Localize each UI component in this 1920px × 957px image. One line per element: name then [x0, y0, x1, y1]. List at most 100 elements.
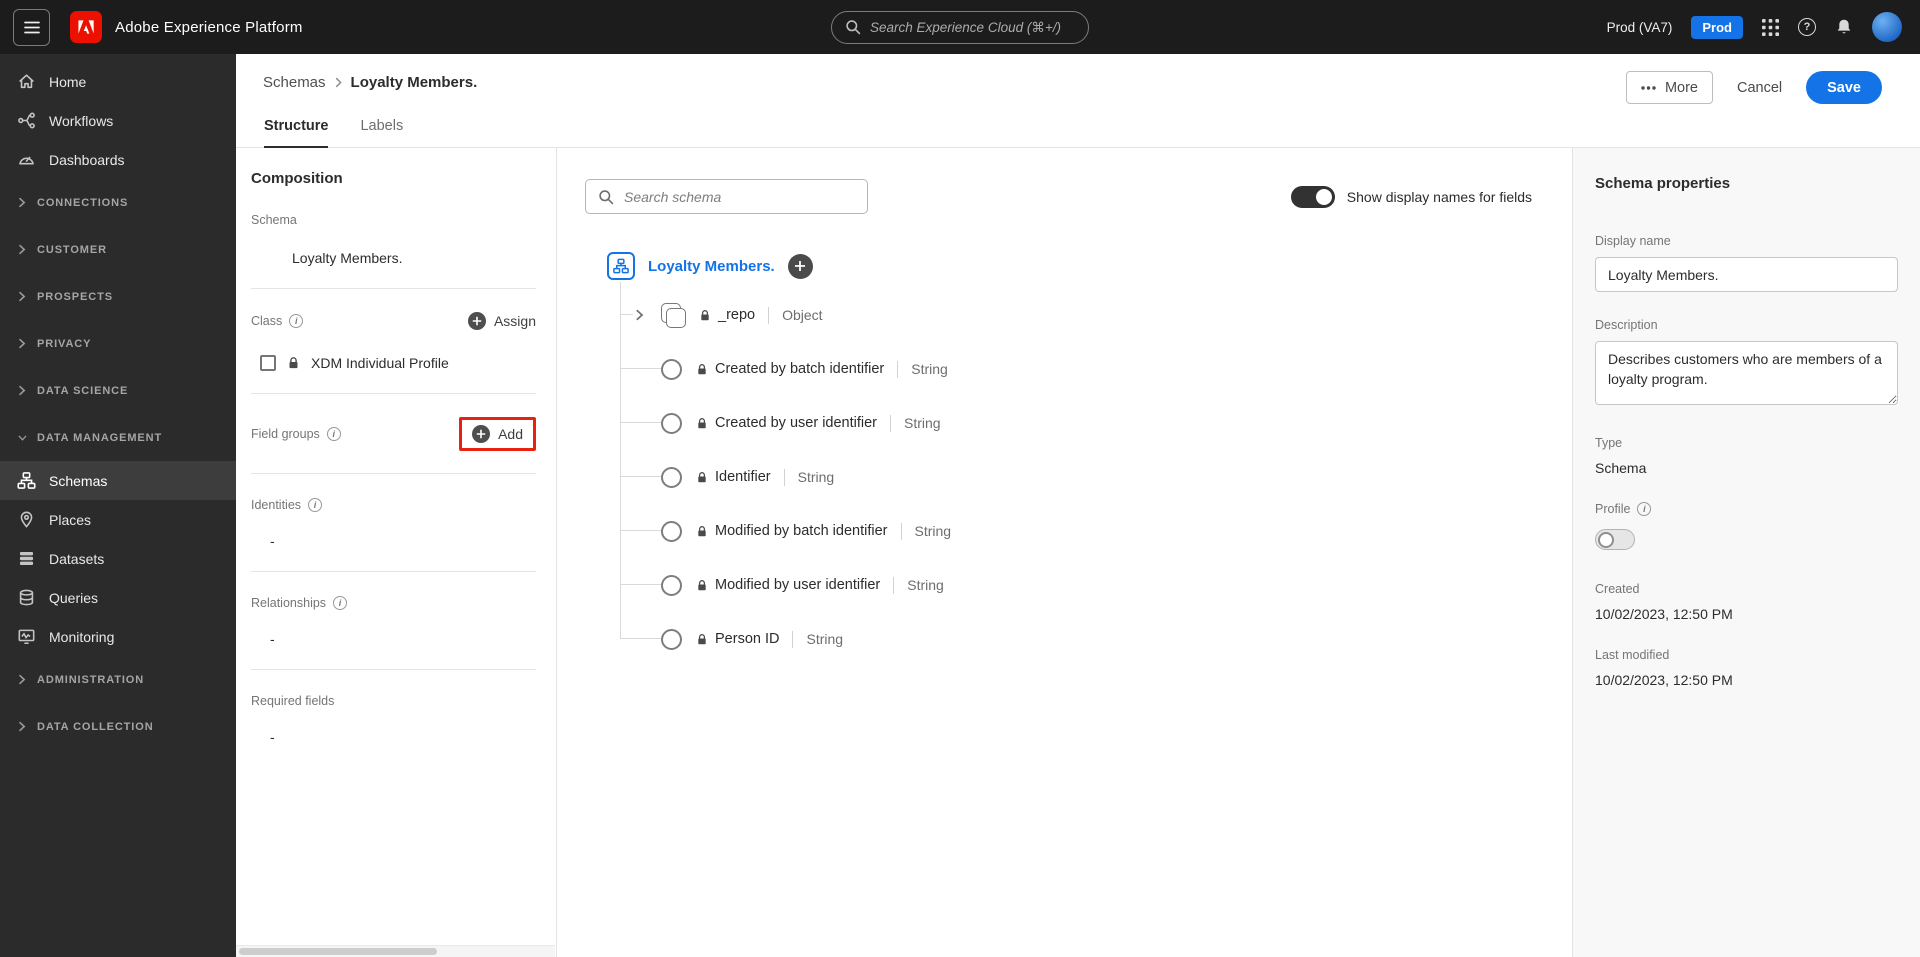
- hamburger-menu-button[interactable]: [13, 8, 50, 46]
- relationships-label: Relationships i: [251, 596, 536, 610]
- sidebar-item-dashboards[interactable]: Dashboards: [0, 140, 236, 179]
- breadcrumb-schemas-link[interactable]: Schemas: [263, 74, 326, 91]
- field-row[interactable]: Modified by batch identifier String: [607, 504, 1532, 558]
- sidebar-section-administration[interactable]: ADMINISTRATION: [0, 656, 236, 703]
- help-icon[interactable]: ?: [1798, 18, 1816, 36]
- field-groups-label: Field groups i: [251, 427, 341, 441]
- field-row[interactable]: Created by user identifier String: [607, 396, 1532, 450]
- sidebar-section-connections[interactable]: CONNECTIONS: [0, 179, 236, 226]
- sidebar-item-monitoring[interactable]: Monitoring: [0, 617, 236, 656]
- lock-icon: [696, 471, 708, 484]
- field-row-repo[interactable]: _repo Object: [607, 288, 1532, 342]
- notifications-bell-icon[interactable]: [1835, 18, 1853, 36]
- required-fields-label: Required fields: [251, 694, 335, 708]
- assign-class-button[interactable]: Assign: [467, 312, 536, 330]
- display-names-toggle[interactable]: [1290, 185, 1335, 208]
- toggle-knob: [1315, 188, 1332, 205]
- add-field-button[interactable]: [787, 253, 813, 279]
- relationships-value: -: [270, 631, 275, 647]
- add-field-group-button[interactable]: Add: [472, 425, 523, 443]
- sidebar-section-prospects[interactable]: PROSPECTS: [0, 273, 236, 320]
- schema-name[interactable]: Loyalty Members.: [251, 250, 536, 266]
- expand-chevron-icon[interactable]: [635, 309, 644, 322]
- schema-label: Schema: [251, 213, 297, 227]
- identities-label: Identities i: [251, 498, 536, 512]
- description-textarea[interactable]: Describes customers who are members of a…: [1595, 341, 1898, 405]
- global-search[interactable]: [831, 10, 1089, 44]
- dashboards-icon: [17, 150, 36, 169]
- root-node[interactable]: Loyalty Members.: [607, 244, 1532, 288]
- field-row[interactable]: Identifier String: [607, 450, 1532, 504]
- sidebar-item-datasets[interactable]: Datasets: [0, 539, 236, 578]
- add-button-label: Add: [498, 426, 523, 442]
- more-button-label: More: [1664, 79, 1698, 96]
- chevron-down-icon: [18, 434, 27, 442]
- cancel-button[interactable]: Cancel: [1737, 80, 1782, 96]
- sidebar-item-places[interactable]: Places: [0, 500, 236, 539]
- sidebar-item-home[interactable]: Home: [0, 62, 236, 101]
- topbar: Adobe Experience Platform Prod (VA7) Pro…: [0, 0, 1920, 54]
- class-name: XDM Individual Profile: [311, 355, 449, 371]
- divider: [251, 288, 536, 289]
- sidebar-section-customer[interactable]: CUSTOMER: [0, 226, 236, 273]
- sidebar-item-queries[interactable]: Queries: [0, 578, 236, 617]
- sidebar-section-privacy[interactable]: PRIVACY: [0, 320, 236, 367]
- schema-search[interactable]: [585, 179, 868, 214]
- lock-icon: [696, 633, 708, 646]
- field-row[interactable]: Person ID String: [607, 612, 1532, 666]
- sidebar-section-data-collection[interactable]: DATA COLLECTION: [0, 703, 236, 750]
- environment-label[interactable]: Prod (VA7): [1607, 20, 1673, 35]
- page-header: Schemas Loyalty Members. More Cancel Sav…: [236, 54, 1920, 148]
- field-name: _repo: [718, 307, 756, 323]
- field-type: String: [806, 631, 844, 647]
- field-row[interactable]: Modified by user identifier String: [607, 558, 1532, 612]
- search-icon: [599, 189, 614, 204]
- adobe-logo[interactable]: [70, 11, 102, 43]
- tab-structure[interactable]: Structure: [264, 118, 329, 148]
- monitoring-icon: [17, 627, 36, 646]
- info-icon[interactable]: i: [289, 314, 304, 328]
- scrollbar-thumb[interactable]: [239, 948, 437, 955]
- field-name: Identifier: [715, 469, 771, 485]
- sidebar-item-schemas[interactable]: Schemas: [0, 461, 236, 500]
- divider: [251, 473, 536, 474]
- last-modified-label: Last modified: [1595, 648, 1670, 662]
- lock-icon: [699, 309, 711, 322]
- global-search-input[interactable]: [870, 19, 1075, 35]
- display-name-input[interactable]: [1595, 257, 1898, 292]
- sidebar-section-label: PROSPECTS: [37, 290, 113, 303]
- chevron-right-icon: [18, 291, 27, 302]
- info-icon[interactable]: i: [1637, 502, 1652, 516]
- sidebar-section-label: DATA COLLECTION: [37, 720, 154, 733]
- field-name: Modified by batch identifier: [715, 523, 888, 539]
- field-node-icon: [661, 520, 682, 542]
- composition-panel: Composition Schema Loyalty Members. Clas…: [236, 148, 557, 957]
- lock-icon: [696, 579, 708, 592]
- identities-value: -: [270, 533, 275, 549]
- field-row[interactable]: Created by batch identifier String: [607, 342, 1532, 396]
- environment-badge[interactable]: Prod: [1691, 15, 1743, 39]
- sidebar-section-data-science[interactable]: DATA SCIENCE: [0, 367, 236, 414]
- sidebar-item-workflows[interactable]: Workflows: [0, 101, 236, 140]
- save-button[interactable]: Save: [1806, 71, 1882, 104]
- info-icon[interactable]: i: [308, 498, 323, 512]
- field-type: String: [911, 361, 948, 377]
- info-icon[interactable]: i: [326, 427, 341, 441]
- display-names-toggle-label: Show display names for fields: [1346, 188, 1532, 205]
- info-icon[interactable]: i: [333, 596, 348, 610]
- schema-search-input[interactable]: [624, 188, 855, 205]
- tab-labels[interactable]: Labels: [360, 118, 403, 148]
- class-checkbox[interactable]: [260, 355, 276, 371]
- avatar[interactable]: [1872, 12, 1902, 42]
- description-label: Description: [1595, 318, 1658, 332]
- sidebar-item-label: Datasets: [49, 550, 105, 567]
- assign-button-label: Assign: [493, 313, 536, 329]
- sidebar-item-label: Monitoring: [49, 628, 115, 645]
- toggle-knob: [1598, 532, 1614, 548]
- profile-toggle[interactable]: [1595, 529, 1635, 550]
- divider: [792, 630, 794, 648]
- sidebar-section-data-management[interactable]: DATA MANAGEMENT: [0, 414, 236, 461]
- apps-grid-icon[interactable]: [1762, 18, 1779, 36]
- root-node-label[interactable]: Loyalty Members.: [648, 258, 775, 275]
- more-button[interactable]: More: [1625, 71, 1713, 104]
